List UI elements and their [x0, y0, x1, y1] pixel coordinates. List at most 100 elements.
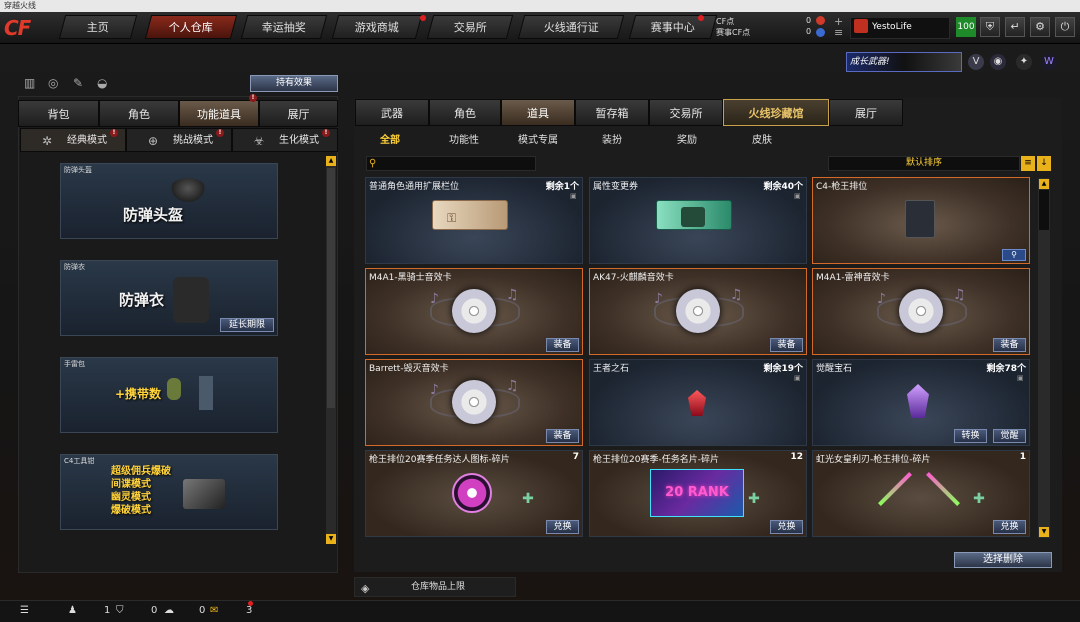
nav-shop[interactable]: 游戏商城 — [331, 15, 423, 39]
search-input[interactable]: ⚲ — [366, 156, 536, 171]
players-icon[interactable]: ♟ — [68, 605, 77, 616]
item-card[interactable]: C4-枪王排位 ⚲ — [812, 177, 1030, 264]
equip-button[interactable]: 装备 — [546, 429, 579, 443]
gift-icon[interactable]: ✉ — [210, 605, 218, 616]
tab-storage[interactable]: 暂存箱 — [575, 99, 649, 126]
cycle-icon[interactable]: ◎ — [48, 76, 58, 90]
tab-collection[interactable]: 火线珍藏馆 — [723, 99, 829, 126]
right-scrollbar[interactable] — [1038, 178, 1050, 538]
tab-function-items[interactable]: 功能道具 — [179, 100, 259, 127]
right-scrollbar-thumb[interactable] — [1039, 190, 1049, 230]
bag-icon[interactable]: ◒ — [97, 76, 107, 90]
gear-icon[interactable]: ⚙ — [1030, 17, 1050, 37]
nav-exchange[interactable]: 交易所 — [426, 15, 514, 39]
level-badge: 100 — [956, 17, 976, 37]
item-card[interactable]: AK47-火麒麟音效卡 ♪ ♫ 装备 — [589, 268, 807, 355]
gift-count: 3 — [246, 605, 253, 616]
blade-icon — [926, 472, 960, 506]
item-card[interactable]: 枪王排位20赛季-任务名片-碎片 12 20 RANK ✚ 兑换 — [589, 450, 807, 537]
equip-button[interactable]: 装备 — [770, 338, 803, 352]
convert-button[interactable]: 转换 — [954, 429, 987, 443]
subtab-skin[interactable]: 皮肤 — [752, 131, 772, 146]
badge-v-icon[interactable]: V — [968, 54, 984, 70]
mode-zombie-label: 生化模式 — [279, 135, 319, 146]
capacity-button[interactable]: ◈ 仓库物品上限 — [354, 577, 516, 597]
puzzle-piece-icon: ✚ — [748, 491, 760, 507]
tab-characters[interactable]: 角色 — [429, 99, 501, 126]
nav-lucky-draw[interactable]: 幸运抽奖 — [240, 15, 328, 39]
subtab-reward[interactable]: 奖励 — [677, 131, 697, 146]
magnifier-icon[interactable]: ⚲ — [1002, 249, 1026, 261]
stats-icon[interactable]: ▥ — [24, 76, 35, 90]
redeem-button[interactable]: 兑换 — [993, 520, 1026, 534]
trash-icon[interactable]: ▣ — [794, 192, 802, 200]
item-card[interactable]: 觉醒宝石 剩余78个 ▣ 转换 觉醒 — [812, 359, 1030, 446]
item-card[interactable]: Barrett-毁灭音效卡 ♪ ♫ 装备 — [365, 359, 583, 446]
tab-showroom[interactable]: 展厅 — [259, 100, 338, 127]
scroll-down-icon[interactable]: ▼ — [326, 534, 336, 544]
back-icon[interactable]: ↵ — [1005, 17, 1025, 37]
extend-button[interactable]: 延长期限 — [220, 318, 274, 332]
sort-order-icon[interactable]: ↓ — [1037, 156, 1051, 171]
item-card[interactable]: 属性变更券 剩余40个 ▣ — [589, 177, 807, 264]
globe-icon[interactable]: ◉ — [990, 54, 1006, 70]
owned-effects-button[interactable]: 持有效果 — [250, 75, 338, 92]
nav-pass[interactable]: 火线通行证 — [517, 15, 625, 39]
card-vest[interactable]: 防弹衣 防弹衣 延长期限 — [60, 260, 278, 336]
status-bar — [0, 600, 1080, 622]
equip-button[interactable]: 装备 — [546, 338, 579, 352]
item-card[interactable]: M4A1-雷神音效卡 ♪ ♫ 装备 — [812, 268, 1030, 355]
tag-icon[interactable]: ✦ — [1016, 54, 1032, 70]
tab-character[interactable]: 角色 — [99, 100, 179, 127]
tab-backpack[interactable]: 背包 — [18, 100, 99, 127]
item-card[interactable]: 王者之石 剩余19个 ▣ — [589, 359, 807, 446]
w-logo-icon[interactable]: W — [1041, 54, 1057, 70]
card-c4-pliers[interactable]: C4工具钳 超级佣兵爆破 间谍模式 幽灵模式 爆破模式 — [60, 454, 278, 530]
rank-card-icon: 20 RANK — [650, 469, 744, 517]
select-delete-button[interactable]: 选择删除 — [954, 552, 1052, 568]
event-coin-icon — [816, 28, 825, 37]
tab-items[interactable]: 道具 — [501, 99, 575, 126]
card-helmet[interactable]: 防弹头盔 防弹头盔 — [60, 163, 278, 239]
list-view-icon[interactable]: ≡ — [1021, 156, 1035, 171]
shield-status-icon[interactable]: ⛉ — [116, 605, 124, 616]
tab-weapons[interactable]: 武器 — [355, 99, 429, 126]
shield-icon[interactable]: ⛨ — [980, 17, 1000, 37]
nav-home[interactable]: 主页 — [58, 15, 138, 39]
tab-gallery[interactable]: 展厅 — [829, 99, 903, 126]
item-card[interactable]: 虹光女皇利刃-枪王排位-碎片 1 ✚ 兑换 — [812, 450, 1030, 537]
equip-button[interactable]: 装备 — [993, 338, 1026, 352]
subtab-functional[interactable]: 功能性 — [449, 131, 479, 146]
tab-trade[interactable]: 交易所 — [649, 99, 723, 126]
subtab-cosmetic[interactable]: 装扮 — [602, 131, 622, 146]
redeem-button[interactable]: 兑换 — [770, 520, 803, 534]
cf-logo[interactable]: CF — [4, 14, 62, 42]
item-name: M4A1-黑骑士音效卡 — [369, 273, 452, 283]
item-card[interactable]: M4A1-黑骑士音效卡 ♪ ♫ 装备 — [365, 268, 583, 355]
subtab-all[interactable]: 全部 — [380, 131, 400, 146]
mode-line: 超级佣兵爆破 — [111, 466, 171, 477]
trash-icon[interactable]: ▣ — [1017, 374, 1025, 382]
paint-icon[interactable]: ✎ — [73, 76, 83, 90]
promo-banner[interactable]: 成长武器! — [846, 52, 962, 72]
scroll-down-icon[interactable]: ▼ — [1039, 527, 1049, 537]
item-count: 剩余19个 — [763, 364, 803, 374]
nav-warehouse[interactable]: 个人仓库 — [144, 15, 238, 39]
menu-icon[interactable]: ☰ — [20, 605, 29, 616]
item-card[interactable]: 枪王排位20赛季任务达人图标-碎片 7 ✚ 兑换 — [365, 450, 583, 537]
power-icon[interactable]: ⏻ — [1055, 17, 1075, 37]
sort-dropdown[interactable]: 默认排序 — [828, 156, 1020, 171]
scroll-up-icon[interactable]: ▲ — [1039, 179, 1049, 189]
trash-icon[interactable]: ▣ — [570, 192, 578, 200]
card-grenade-pack[interactable]: 手雷包 +携带数 — [60, 357, 278, 433]
currency-menu-icon[interactable]: ≡ — [834, 26, 843, 39]
subtab-mode-exclusive[interactable]: 模式专属 — [518, 131, 558, 146]
item-card[interactable]: 普通角色通用扩展栏位 剩余1个 ▣ ⚿ — [365, 177, 583, 264]
trash-icon[interactable]: ▣ — [794, 374, 802, 382]
left-scrollbar-thumb[interactable] — [327, 168, 335, 408]
mode-line: 爆破模式 — [111, 505, 151, 516]
awaken-button[interactable]: 觉醒 — [993, 429, 1026, 443]
chat-icon[interactable]: ☁ — [164, 605, 174, 616]
scroll-up-icon[interactable]: ▲ — [326, 156, 336, 166]
redeem-button[interactable]: 兑换 — [546, 520, 579, 534]
